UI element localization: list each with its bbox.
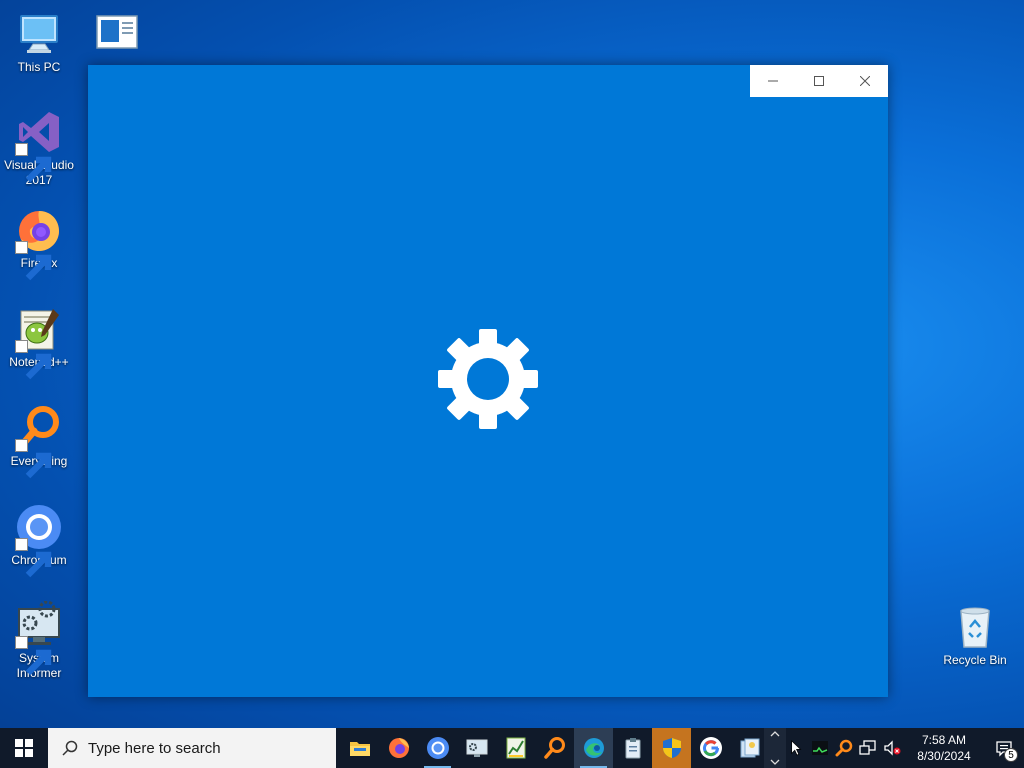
desktop-icon-recycle-bin[interactable]: Recycle Bin [936,603,1014,668]
uac-shield-icon [662,738,681,758]
desktop-icon-label: Recycle Bin [943,653,1007,667]
clipboard-icon [625,738,640,759]
chevron-up-down-icon [770,731,780,765]
shortcut-arrow-icon [15,439,52,479]
close-icon [860,76,870,86]
firefox-icon [15,206,63,281]
taskbar-uac-prompt[interactable] [652,728,691,768]
action-center-button[interactable]: 5 [984,728,1024,768]
everything-search-icon [15,404,63,479]
search-placeholder: Type here to search [88,739,221,757]
shortcut-arrow-icon [15,143,52,183]
notification-count-badge: 5 [1004,748,1018,762]
visual-studio-icon [15,108,63,183]
this-pc-icon [15,10,63,58]
window-caption-buttons [750,65,888,97]
shortcut-arrow-icon [15,636,52,676]
tray-everything[interactable] [832,728,856,768]
system-tray: 7:58 AM 8/30/2024 5 [764,728,1024,768]
maximize-button[interactable] [796,65,842,97]
taskbar: Type here to search 7:58 AM 8/30/2024 5 [0,728,1024,768]
shortcut-arrow-icon [15,340,52,380]
shortcut-arrow-icon [15,538,52,578]
taskbar-google[interactable] [691,728,730,768]
recycle-bin-icon [951,603,999,651]
chromium-icon [426,737,449,759]
taskbar-file-explorer[interactable] [340,728,379,768]
windows-logo-icon [15,739,33,757]
desktop-icon-this-pc[interactable]: This PC [0,10,78,75]
clock-display: 7:58 AM 8/30/2024 [907,732,981,764]
start-button[interactable] [0,728,48,768]
google-icon [699,737,722,759]
activity-graph-icon [812,741,828,755]
sticky-notes-icon [740,738,759,758]
notepad-plus-plus-icon [15,305,63,380]
taskbar-firefox[interactable] [379,728,418,768]
desktop-icon-visual-studio[interactable]: Visual Studio 2017 [0,108,78,188]
document-icon [93,10,141,58]
taskbar-task-chart[interactable] [496,728,535,768]
task-chart-icon [506,737,525,759]
desktop-icon-label: This PC [17,60,61,74]
clock-time: 7:58 AM [921,733,967,747]
search-icon [62,740,78,756]
taskbar-everything[interactable] [535,728,574,768]
desktop-icon-document[interactable] [78,10,156,60]
close-button[interactable] [842,65,888,97]
everything-search-icon [835,739,853,757]
system-informer-icon [466,739,487,757]
app-window[interactable] [88,65,888,697]
taskbar-clipboard[interactable] [613,728,652,768]
tray-overflow-button[interactable] [764,728,786,768]
tray-resource-monitor[interactable] [808,728,832,768]
minimize-button[interactable] [750,65,796,97]
gear-icon [438,329,538,429]
firefox-icon [388,738,409,758]
mouse-cursor-icon [791,740,802,756]
volume-muted-icon [884,740,901,756]
everything-search-icon [543,737,565,759]
clock-date: 8/30/2024 [917,749,971,763]
file-explorer-icon [349,742,370,756]
taskbar-pinned-apps [336,728,769,768]
desktop-icon-firefox[interactable]: Firefox [0,206,78,281]
shortcut-arrow-icon [15,241,52,281]
desktop-icon-everything[interactable]: Everything [0,404,78,479]
tray-network[interactable] [856,728,880,768]
minimize-icon [768,80,778,82]
edge-icon [583,738,604,758]
chromium-icon [15,503,63,578]
taskbar-search-box[interactable]: Type here to search [48,728,336,768]
desktop-icon-chromium[interactable]: Chromium [0,503,78,578]
taskbar-system-informer[interactable] [457,728,496,768]
system-informer-icon [15,600,63,676]
tray-clock[interactable]: 7:58 AM 8/30/2024 [904,728,984,768]
network-icon [859,740,876,755]
taskbar-chromium[interactable] [418,728,457,768]
tray-mouse-pointer [786,728,808,768]
desktop-icon-notepad-plus-plus[interactable]: Notepad++ [0,305,78,380]
maximize-icon [814,76,824,86]
desktop-icon-system-informer[interactable]: System Informer [0,600,78,681]
taskbar-edge[interactable] [574,728,613,768]
tray-volume[interactable] [880,728,904,768]
